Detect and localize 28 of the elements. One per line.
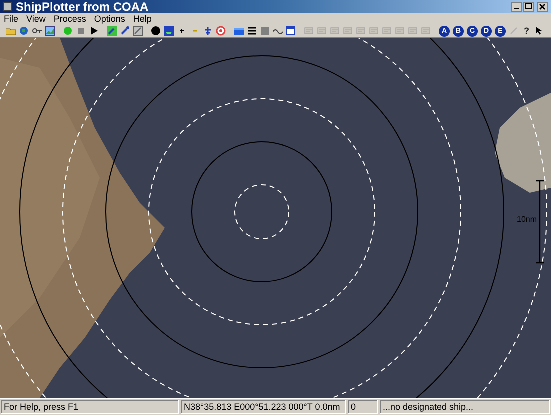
menu-item[interactable]: Options	[94, 14, 126, 24]
picture-icon[interactable]	[45, 26, 55, 36]
menu-item[interactable]: View	[26, 14, 46, 24]
app-icon	[3, 2, 13, 12]
key-icon[interactable]	[32, 26, 42, 36]
target-icon[interactable]	[216, 26, 226, 36]
scale-label: 10nm	[517, 216, 538, 224]
lines-icon[interactable]	[247, 26, 257, 36]
help-hint: For Help, press F1	[1, 400, 179, 414]
menu-item[interactable]: Help	[133, 14, 152, 24]
ship-map-icon[interactable]	[164, 26, 174, 36]
ship-count: 0	[348, 400, 378, 414]
window-icon[interactable]	[286, 26, 296, 36]
play-icon[interactable]	[89, 26, 99, 36]
menu-item[interactable]: File	[4, 14, 19, 24]
context-help-icon[interactable]	[534, 26, 544, 36]
designated-ship: ...no designated ship...	[380, 400, 550, 414]
dot-icon[interactable]	[151, 26, 161, 36]
window-title: ShipPlotter from COAA	[16, 0, 149, 12]
menu-item[interactable]: Process	[54, 14, 86, 24]
plus-icon[interactable]	[177, 26, 187, 36]
maximize-button[interactable]	[523, 2, 534, 12]
water-icon[interactable]	[234, 26, 244, 36]
cursor-position: N38°35.813 E000°51.223 000°T 0.0nm	[181, 400, 346, 414]
close-button[interactable]	[537, 2, 548, 12]
help-button[interactable]: ?	[522, 26, 532, 36]
minimize-button[interactable]	[511, 2, 522, 12]
open-folder-icon[interactable]	[6, 26, 16, 36]
